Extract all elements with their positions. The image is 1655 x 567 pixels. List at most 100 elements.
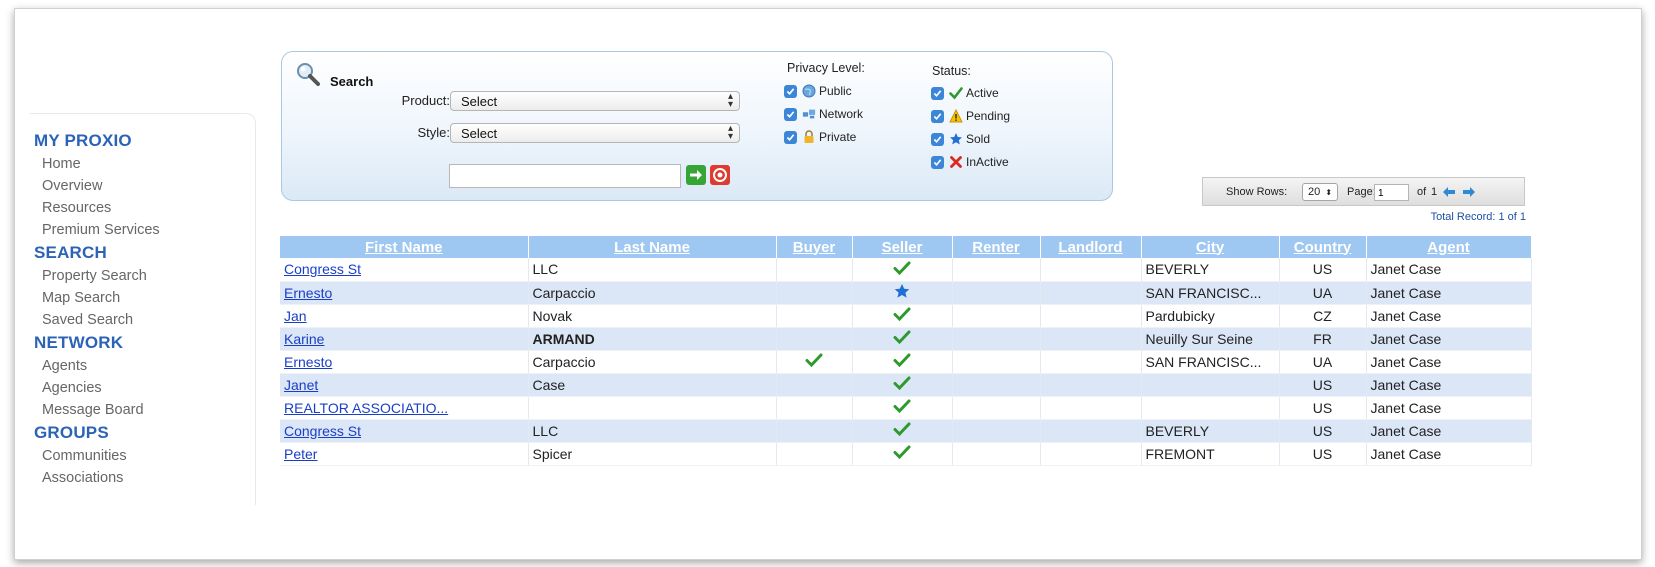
style-select[interactable]: Select ▴ ▾ — [450, 123, 740, 143]
product-select-value: Select — [461, 94, 498, 109]
network-icon — [802, 107, 816, 121]
first-name-link[interactable]: Peter — [284, 446, 317, 462]
column-header-last-name[interactable]: Last Name — [528, 236, 777, 258]
show-rows-label: Show Rows: — [1226, 186, 1288, 198]
first-name-cell: Congress St — [280, 258, 529, 282]
landlord-cell — [1040, 281, 1142, 305]
column-header-city[interactable]: City — [1141, 236, 1280, 258]
sidebar-item-communities[interactable]: Communities — [42, 445, 255, 467]
page-total: 1 — [1431, 186, 1438, 198]
sidebar-item-property-search[interactable]: Property Search — [42, 265, 255, 287]
renter-cell — [952, 419, 1041, 443]
product-select[interactable]: Select ▴ ▾ — [450, 91, 740, 111]
first-name-cell: Karine — [280, 327, 529, 351]
search-input[interactable] — [449, 164, 681, 188]
check-icon — [852, 327, 953, 351]
sidebar-heading: MY PROXIO — [34, 131, 132, 150]
privacy-public-checkbox[interactable]: Public — [784, 83, 852, 99]
status-active-checkbox[interactable]: Active — [931, 85, 999, 101]
contacts-table: First Name Last Name Buyer Seller Renter Land… — [280, 236, 1532, 466]
arrow-right-icon — [690, 170, 702, 180]
sidebar-group: NETWORK Agents Agencies Message Board — [30, 331, 255, 421]
go-button[interactable] — [686, 165, 706, 185]
sidebar-heading: GROUPS — [34, 423, 109, 442]
column-header-seller[interactable]: Seller — [852, 236, 953, 258]
agent-cell: Janet Case — [1366, 258, 1532, 282]
empty-cell — [776, 396, 853, 420]
country-cell: UA — [1279, 281, 1367, 305]
first-name-cell: Congress St — [280, 419, 529, 443]
column-header-first-name[interactable]: First Name — [280, 236, 529, 258]
city-cell — [1141, 373, 1280, 397]
sidebar-item-premium-services[interactable]: Premium Services — [42, 219, 255, 241]
column-header-landlord[interactable]: Landlord — [1040, 236, 1142, 258]
agent-cell: Janet Case — [1366, 350, 1532, 374]
reset-button[interactable] — [710, 165, 730, 185]
page-input[interactable] — [1374, 184, 1409, 201]
sidebar-item-home[interactable]: Home — [42, 153, 255, 175]
sidebar-item-saved-search[interactable]: Saved Search — [42, 309, 255, 331]
last-name-cell: Novak — [528, 304, 777, 328]
first-name-cell: Peter — [280, 442, 529, 466]
table-row: REALTOR ASSOCIATIO... US Janet Case — [280, 396, 1532, 420]
first-name-link[interactable]: REALTOR ASSOCIATIO... — [284, 400, 448, 416]
pager: Show Rows: 20 ⬍ Page: of 1 — [1202, 177, 1525, 206]
sidebar-item-associations[interactable]: Associations — [42, 467, 255, 489]
next-page-button[interactable] — [1462, 186, 1476, 201]
star-icon — [949, 132, 963, 146]
arrow-left-icon — [1443, 187, 1455, 197]
table-row: Karine ARMAND Neuilly Sur Seine FR Janet Cas… — [280, 327, 1532, 351]
sidebar-item-overview[interactable]: Overview — [42, 175, 255, 197]
status-sold-label: Sold — [966, 132, 991, 146]
privacy-private-label: Private — [819, 130, 857, 144]
select-arrows-icon: ⬍ — [1325, 188, 1333, 197]
sidebar-item-message-board[interactable]: Message Board — [42, 399, 255, 421]
empty-cell — [776, 373, 853, 397]
table-row: Jan Novak Pardubicky CZ Janet Case — [280, 304, 1532, 328]
first-name-cell: REALTOR ASSOCIATIO... — [280, 396, 529, 420]
sidebar-item-agents[interactable]: Agents — [42, 355, 255, 377]
first-name-link[interactable]: Ernesto — [284, 354, 332, 370]
sidebar-item-agencies[interactable]: Agencies — [42, 377, 255, 399]
first-name-link[interactable]: Congress St — [284, 261, 361, 277]
landlord-cell — [1040, 419, 1142, 443]
column-header-renter[interactable]: Renter — [952, 236, 1041, 258]
column-header-buyer[interactable]: Buyer — [776, 236, 853, 258]
first-name-link[interactable]: Karine — [284, 331, 324, 347]
first-name-link[interactable]: Congress St — [284, 423, 361, 439]
sidebar-item-resources[interactable]: Resources — [42, 197, 255, 219]
rows-per-page-select[interactable]: 20 ⬍ — [1302, 183, 1338, 201]
checkbox-checked-icon — [931, 155, 944, 169]
privacy-private-checkbox[interactable]: Private — [784, 129, 856, 145]
landlord-cell — [1040, 327, 1142, 351]
star-icon — [852, 281, 953, 305]
sidebar-item-map-search[interactable]: Map Search — [42, 287, 255, 309]
product-label: Product: — [401, 93, 450, 108]
checkbox-checked-icon — [784, 84, 797, 98]
checkbox-checked-icon — [931, 109, 944, 123]
prev-page-button[interactable] — [1442, 186, 1456, 201]
search-panel: Search Product: Select ▴ ▾ Style: Select … — [281, 51, 1113, 201]
status-sold-checkbox[interactable]: Sold — [931, 131, 990, 147]
city-cell: FREMONT — [1141, 442, 1280, 466]
first-name-cell: Janet — [280, 373, 529, 397]
sidebar: MY PROXIO Home Overview Resources Premium Se… — [30, 113, 256, 505]
city-cell — [1141, 396, 1280, 420]
x-icon — [949, 155, 963, 169]
magnifier-icon — [296, 62, 320, 86]
column-header-agent[interactable]: Agent — [1366, 236, 1532, 258]
column-header-country[interactable]: Country — [1279, 236, 1367, 258]
table-row: Congress St LLC BEVERLY US Janet Case — [280, 419, 1532, 443]
check-icon — [949, 86, 963, 100]
empty-cell — [776, 419, 853, 443]
renter-cell — [952, 350, 1041, 374]
privacy-network-checkbox[interactable]: Network — [784, 106, 863, 122]
status-inactive-checkbox[interactable]: InActive — [931, 154, 1009, 170]
first-name-link[interactable]: Janet — [284, 377, 318, 393]
first-name-link[interactable]: Jan — [284, 308, 307, 324]
first-name-link[interactable]: Ernesto — [284, 285, 332, 301]
first-name-cell: Jan — [280, 304, 529, 328]
status-pending-checkbox[interactable]: Pending — [931, 108, 1010, 124]
country-cell: US — [1279, 258, 1367, 282]
select-arrows-icon: ▴ ▾ — [727, 123, 733, 142]
